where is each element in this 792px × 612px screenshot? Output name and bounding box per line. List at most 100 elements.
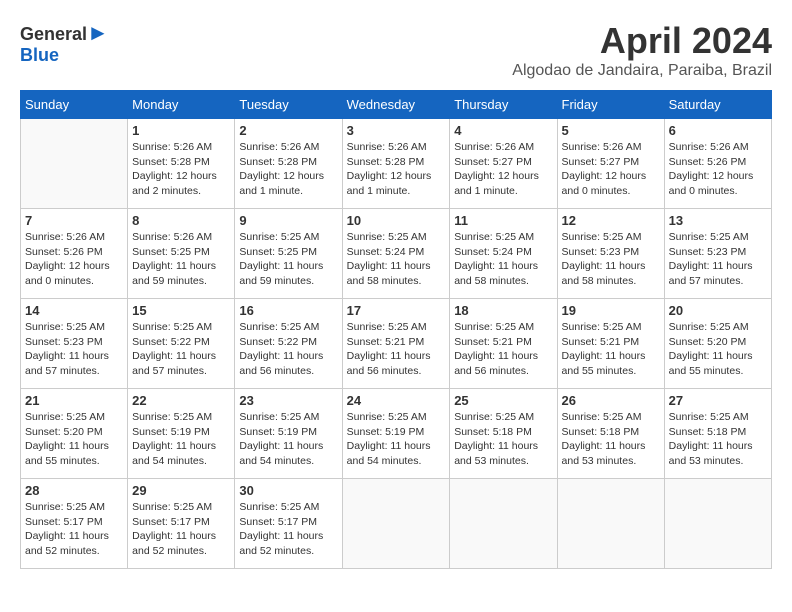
day-info: Sunrise: 5:26 AMSunset: 5:26 PMDaylight:… — [25, 230, 123, 289]
day-info: Sunrise: 5:25 AMSunset: 5:23 PMDaylight:… — [25, 320, 123, 379]
day-info: Sunrise: 5:26 AMSunset: 5:28 PMDaylight:… — [239, 140, 337, 199]
day-info: Sunrise: 5:25 AMSunset: 5:22 PMDaylight:… — [239, 320, 337, 379]
weekday-header: Monday — [128, 91, 235, 119]
day-info: Sunrise: 5:25 AMSunset: 5:25 PMDaylight:… — [239, 230, 337, 289]
calendar-cell: 19 Sunrise: 5:25 AMSunset: 5:21 PMDayligh… — [557, 299, 664, 389]
calendar-cell: 9 Sunrise: 5:25 AMSunset: 5:25 PMDaylight… — [235, 209, 342, 299]
day-info: Sunrise: 5:25 AMSunset: 5:18 PMDaylight:… — [669, 410, 767, 469]
logo-blue: Blue — [20, 46, 109, 64]
calendar-cell: 12 Sunrise: 5:25 AMSunset: 5:23 PMDayligh… — [557, 209, 664, 299]
calendar-week-row: 14 Sunrise: 5:25 AMSunset: 5:23 PMDayligh… — [21, 299, 772, 389]
day-number: 10 — [347, 213, 446, 228]
calendar-cell: 10 Sunrise: 5:25 AMSunset: 5:24 PMDayligh… — [342, 209, 450, 299]
calendar-cell — [664, 479, 771, 569]
day-info: Sunrise: 5:26 AMSunset: 5:26 PMDaylight:… — [669, 140, 767, 199]
day-info: Sunrise: 5:25 AMSunset: 5:20 PMDaylight:… — [669, 320, 767, 379]
calendar-cell: 15 Sunrise: 5:25 AMSunset: 5:22 PMDayligh… — [128, 299, 235, 389]
calendar-cell: 27 Sunrise: 5:25 AMSunset: 5:18 PMDayligh… — [664, 389, 771, 479]
day-info: Sunrise: 5:25 AMSunset: 5:19 PMDaylight:… — [239, 410, 337, 469]
day-info: Sunrise: 5:25 AMSunset: 5:17 PMDaylight:… — [25, 500, 123, 559]
calendar-cell: 5 Sunrise: 5:26 AMSunset: 5:27 PMDaylight… — [557, 119, 664, 209]
day-info: Sunrise: 5:26 AMSunset: 5:25 PMDaylight:… — [132, 230, 230, 289]
calendar-cell: 17 Sunrise: 5:25 AMSunset: 5:21 PMDayligh… — [342, 299, 450, 389]
day-info: Sunrise: 5:25 AMSunset: 5:19 PMDaylight:… — [347, 410, 446, 469]
day-number: 4 — [454, 123, 552, 138]
day-number: 9 — [239, 213, 337, 228]
day-info: Sunrise: 5:25 AMSunset: 5:22 PMDaylight:… — [132, 320, 230, 379]
day-number: 8 — [132, 213, 230, 228]
calendar-cell: 18Sunrise: 5:25 AMSunset: 5:21 PMDayligh… — [450, 299, 557, 389]
calendar-cell: 6 Sunrise: 5:26 AMSunset: 5:26 PMDaylight… — [664, 119, 771, 209]
day-number: 28 — [25, 483, 123, 498]
calendar-cell: 28 Sunrise: 5:25 AMSunset: 5:17 PMDayligh… — [21, 479, 128, 569]
day-info: Sunrise: 5:26 AMSunset: 5:27 PMDaylight:… — [562, 140, 660, 199]
day-number: 14 — [25, 303, 123, 318]
day-info: Sunrise: 5:25 AMSunset: 5:21 PMDaylight:… — [562, 320, 660, 379]
day-number: 3 — [347, 123, 446, 138]
calendar-cell: 8 Sunrise: 5:26 AMSunset: 5:25 PMDaylight… — [128, 209, 235, 299]
day-number: 15 — [132, 303, 230, 318]
calendar-week-row: 21 Sunrise: 5:25 AMSunset: 5:20 PMDayligh… — [21, 389, 772, 479]
day-info: Sunrise: 5:25 AMSunset: 5:24 PMDaylight:… — [347, 230, 446, 289]
calendar-table: SundayMondayTuesdayWednesdayThursdayFrid… — [20, 90, 772, 569]
calendar-cell: 2Sunrise: 5:26 AMSunset: 5:28 PMDaylight… — [235, 119, 342, 209]
day-info: Sunrise: 5:25 AMSunset: 5:18 PMDaylight:… — [454, 410, 552, 469]
day-number: 12 — [562, 213, 660, 228]
day-number: 24 — [347, 393, 446, 408]
calendar-cell: 1 Sunrise: 5:26 AMSunset: 5:28 PMDaylight… — [128, 119, 235, 209]
day-number: 23 — [239, 393, 337, 408]
calendar-cell: 7 Sunrise: 5:26 AMSunset: 5:26 PMDaylight… — [21, 209, 128, 299]
day-info: Sunrise: 5:25 AMSunset: 5:17 PMDaylight:… — [239, 500, 337, 559]
logo-general: General — [20, 24, 87, 44]
calendar-cell: 14 Sunrise: 5:25 AMSunset: 5:23 PMDayligh… — [21, 299, 128, 389]
location-title: Algodao de Jandaira, Paraiba, Brazil — [512, 62, 772, 80]
title-block: April 2024 Algodao de Jandaira, Paraiba,… — [512, 20, 772, 80]
day-number: 16 — [239, 303, 337, 318]
calendar-week-row: 28 Sunrise: 5:25 AMSunset: 5:17 PMDayligh… — [21, 479, 772, 569]
calendar-cell: 30Sunrise: 5:25 AMSunset: 5:17 PMDayligh… — [235, 479, 342, 569]
day-number: 29 — [132, 483, 230, 498]
logo: General► Blue — [20, 20, 109, 64]
calendar-cell — [450, 479, 557, 569]
calendar-cell: 29 Sunrise: 5:25 AMSunset: 5:17 PMDayligh… — [128, 479, 235, 569]
calendar-cell — [342, 479, 450, 569]
weekday-header: Saturday — [664, 91, 771, 119]
page-header: General► Blue April 2024 Algodao de Jand… — [20, 20, 772, 80]
day-info: Sunrise: 5:25 AMSunset: 5:21 PMDaylight:… — [347, 320, 446, 379]
calendar-cell: 11 Sunrise: 5:25 AMSunset: 5:24 PMDayligh… — [450, 209, 557, 299]
day-info: Sunrise: 5:25 AMSunset: 5:20 PMDaylight:… — [25, 410, 123, 469]
calendar-cell: 4Sunrise: 5:26 AMSunset: 5:27 PMDaylight… — [450, 119, 557, 209]
day-info: Sunrise: 5:25 AMSunset: 5:24 PMDaylight:… — [454, 230, 552, 289]
day-number: 21 — [25, 393, 123, 408]
day-number: 5 — [562, 123, 660, 138]
calendar-week-row: 7 Sunrise: 5:26 AMSunset: 5:26 PMDaylight… — [21, 209, 772, 299]
day-info: Sunrise: 5:25 AMSunset: 5:19 PMDaylight:… — [132, 410, 230, 469]
day-number: 25 — [454, 393, 552, 408]
day-info: Sunrise: 5:25 AMSunset: 5:17 PMDaylight:… — [132, 500, 230, 559]
day-number: 1 — [132, 123, 230, 138]
calendar-cell: 23 Sunrise: 5:25 AMSunset: 5:19 PMDayligh… — [235, 389, 342, 479]
month-title: April 2024 — [512, 20, 772, 62]
day-number: 13 — [669, 213, 767, 228]
calendar-cell: 26Sunrise: 5:25 AMSunset: 5:18 PMDayligh… — [557, 389, 664, 479]
day-number: 17 — [347, 303, 446, 318]
day-number: 7 — [25, 213, 123, 228]
day-number: 11 — [454, 213, 552, 228]
calendar-week-row: 1 Sunrise: 5:26 AMSunset: 5:28 PMDaylight… — [21, 119, 772, 209]
day-number: 6 — [669, 123, 767, 138]
calendar-cell: 20 Sunrise: 5:25 AMSunset: 5:20 PMDayligh… — [664, 299, 771, 389]
day-info: Sunrise: 5:25 AMSunset: 5:21 PMDaylight:… — [454, 320, 552, 379]
calendar-cell: 21 Sunrise: 5:25 AMSunset: 5:20 PMDayligh… — [21, 389, 128, 479]
day-info: Sunrise: 5:25 AMSunset: 5:23 PMDaylight:… — [562, 230, 660, 289]
day-info: Sunrise: 5:26 AMSunset: 5:28 PMDaylight:… — [347, 140, 446, 199]
day-number: 19 — [562, 303, 660, 318]
calendar-cell: 3 Sunrise: 5:26 AMSunset: 5:28 PMDaylight… — [342, 119, 450, 209]
weekday-header: Thursday — [450, 91, 557, 119]
day-info: Sunrise: 5:26 AMSunset: 5:28 PMDaylight:… — [132, 140, 230, 199]
day-info: Sunrise: 5:25 AMSunset: 5:18 PMDaylight:… — [562, 410, 660, 469]
day-info: Sunrise: 5:25 AMSunset: 5:23 PMDaylight:… — [669, 230, 767, 289]
day-number: 27 — [669, 393, 767, 408]
day-number: 22 — [132, 393, 230, 408]
day-number: 20 — [669, 303, 767, 318]
calendar-cell: 24 Sunrise: 5:25 AMSunset: 5:19 PMDayligh… — [342, 389, 450, 479]
